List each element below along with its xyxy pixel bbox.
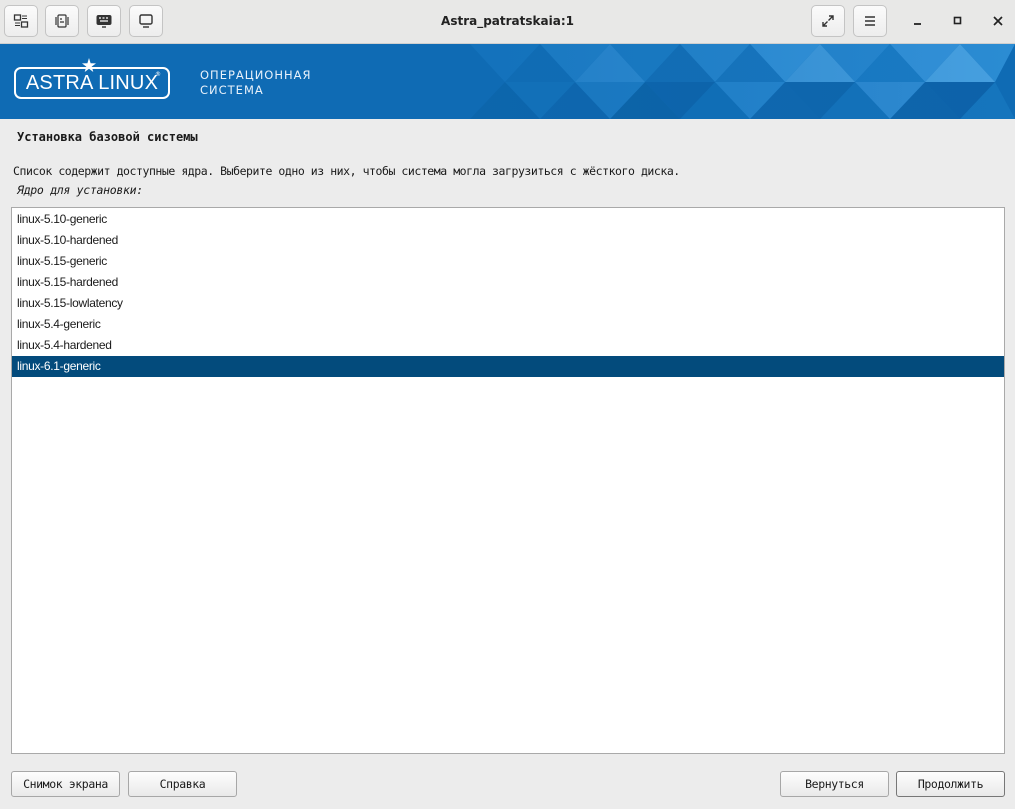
maximize-button[interactable] (944, 7, 972, 35)
minimize-icon (914, 23, 921, 25)
keyboard-icon (96, 15, 112, 28)
minimize-button[interactable] (904, 7, 932, 35)
os-subtitle: ОПЕРАЦИОННАЯ СИСТЕМА (200, 68, 312, 98)
step-description: Список содержит доступные ядра. Выберите… (13, 164, 680, 178)
close-button[interactable] (984, 7, 1012, 35)
kernel-field-label: Ядро для установки: (17, 183, 143, 197)
display-mode-icon (13, 14, 29, 28)
fullscreen-icon (822, 15, 834, 27)
keyboard-button[interactable] (87, 5, 121, 37)
continue-button[interactable]: Продолжить (896, 771, 1005, 797)
kernel-list[interactable]: linux-5.10-generic linux-5.10-hardened lin… (11, 207, 1005, 754)
send-keys-button[interactable] (45, 5, 79, 37)
registered-mark: ® (155, 71, 161, 78)
os-subtitle-line1: ОПЕРАЦИОННАЯ (200, 68, 312, 82)
monitor-icon (139, 14, 153, 28)
kernel-list-item[interactable]: linux-5.4-generic (12, 314, 1004, 335)
kernel-list-item[interactable]: linux-5.15-lowlatency (12, 293, 1004, 314)
monitor-button[interactable] (129, 5, 163, 37)
kernel-list-item[interactable]: linux-5.15-hardened (12, 272, 1004, 293)
close-icon (993, 16, 1003, 26)
kernel-list-item[interactable]: linux-6.1-generic (12, 356, 1004, 377)
menu-icon (865, 16, 875, 26)
screenshot-button[interactable]: Снимок экрана (11, 771, 120, 797)
fullscreen-button[interactable] (811, 5, 845, 37)
kernel-list-item[interactable]: linux-5.15-generic (12, 251, 1004, 272)
display-mode-button[interactable] (4, 5, 38, 37)
kernel-list-item[interactable]: linux-5.4-hardened (12, 335, 1004, 356)
kernel-list-item[interactable]: linux-5.10-hardened (12, 230, 1004, 251)
send-keys-icon (55, 14, 69, 28)
menu-button[interactable] (853, 5, 887, 37)
logo-star-icon (82, 58, 96, 72)
help-button[interactable]: Справка (128, 771, 237, 797)
kernel-list-item[interactable]: linux-5.10-generic (12, 209, 1004, 230)
step-title: Установка базовой системы (17, 130, 198, 144)
window-titlebar: Astra_patratskaia:1 (0, 0, 1015, 44)
installer-banner: ASTRA LINUX ® ОПЕРАЦИОННАЯ СИСТЕМА (0, 44, 1015, 119)
os-subtitle-line2: СИСТЕМА (200, 83, 264, 97)
maximize-icon (953, 16, 962, 25)
back-button[interactable]: Вернуться (780, 771, 889, 797)
